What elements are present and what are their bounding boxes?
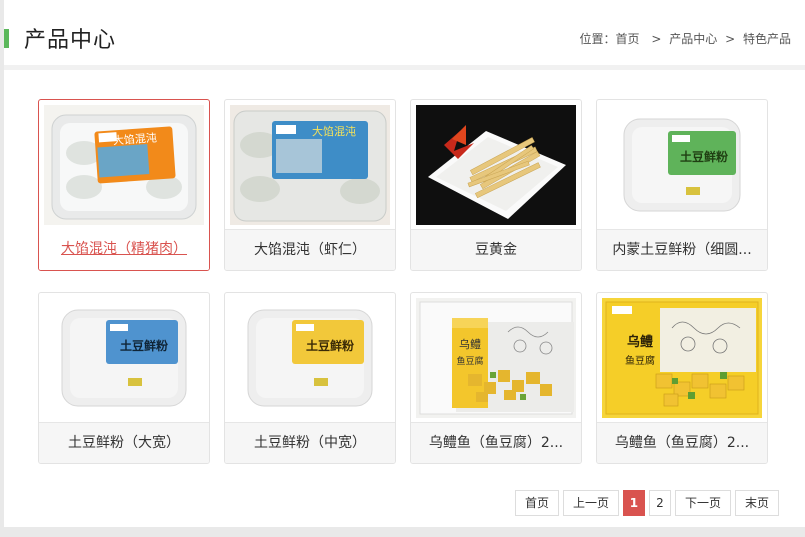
product-image-fish-tofu-b[interactable]: 乌鳢 鱼豆腐 bbox=[602, 298, 762, 418]
product-card[interactable]: 土豆鲜粉 内蒙土豆鲜粉（细圆... bbox=[596, 99, 768, 271]
title-accent-bar bbox=[4, 29, 9, 48]
product-name[interactable]: 乌鳢鱼（鱼豆腐）2... bbox=[411, 422, 581, 463]
product-image-tofu-skin[interactable] bbox=[416, 105, 576, 225]
package-label: 大馅混沌 bbox=[312, 124, 356, 138]
product-image-noodle-thin[interactable]: 土豆鲜粉 bbox=[602, 105, 762, 225]
package-label: 乌鳢 bbox=[627, 334, 653, 350]
product-image-wonton-pork[interactable]: 大馅混沌 bbox=[44, 105, 204, 225]
breadcrumb-separator: > bbox=[725, 32, 736, 46]
breadcrumb-home[interactable]: 首页 bbox=[616, 32, 640, 46]
package-label: 土豆鲜粉 bbox=[306, 338, 354, 353]
pagination: 首页 上一页 1 2 下一页 末页 bbox=[514, 490, 779, 516]
last-page-button[interactable]: 末页 bbox=[734, 490, 779, 516]
product-image-noodle-medium[interactable]: 土豆鲜粉 bbox=[230, 298, 390, 418]
first-page-button[interactable]: 首页 bbox=[514, 490, 559, 516]
product-card[interactable]: 土豆鲜粉 土豆鲜粉（中宽） bbox=[224, 292, 396, 464]
product-name[interactable]: 大馅混沌（虾仁） bbox=[225, 229, 395, 270]
product-name[interactable]: 土豆鲜粉（中宽） bbox=[225, 422, 395, 463]
page-button-1[interactable]: 1 bbox=[622, 490, 645, 516]
product-card[interactable]: 土豆鲜粉 土豆鲜粉（大宽） bbox=[38, 292, 210, 464]
breadcrumb-product-center[interactable]: 产品中心 bbox=[669, 32, 717, 46]
package-label: 土豆鲜粉 bbox=[680, 149, 728, 164]
product-image-noodle-wide[interactable]: 土豆鲜粉 bbox=[44, 298, 204, 418]
product-card[interactable]: 豆黄金 bbox=[410, 99, 582, 271]
package-label: 鱼豆腐 bbox=[456, 355, 483, 367]
package-label: 鱼豆腐 bbox=[625, 354, 655, 367]
product-name[interactable]: 内蒙土豆鲜粉（细圆... bbox=[597, 229, 767, 270]
product-card[interactable]: 大馅混沌 大馅混沌（精猪肉） bbox=[38, 99, 210, 271]
page-button-2[interactable]: 2 bbox=[648, 490, 671, 516]
product-name[interactable]: 大馅混沌（精猪肉） bbox=[39, 229, 209, 270]
prev-page-button[interactable]: 上一页 bbox=[562, 490, 619, 516]
package-label: 土豆鲜粉 bbox=[120, 338, 168, 353]
breadcrumb-separator: > bbox=[651, 32, 662, 46]
product-image-wonton-shrimp[interactable]: 大馅混沌 bbox=[230, 105, 390, 225]
product-card[interactable]: 大馅混沌 大馅混沌（虾仁） bbox=[224, 99, 396, 271]
product-card[interactable]: 乌鳢 鱼豆腐 乌鳢鱼（鱼豆腐）2... bbox=[596, 292, 768, 464]
product-name[interactable]: 乌鳢鱼（鱼豆腐）2... bbox=[597, 422, 767, 463]
package-label: 乌鳢 bbox=[459, 337, 481, 351]
breadcrumb: 位置：首页 > 产品中心 > 特色产品 bbox=[580, 30, 796, 47]
product-name[interactable]: 土豆鲜粉（大宽） bbox=[39, 422, 209, 463]
section-header: 产品中心 位置：首页 > 产品中心 > 特色产品 bbox=[4, 0, 805, 70]
product-card[interactable]: 乌鳢 鱼豆腐 乌鳢鱼（鱼豆腐）2... bbox=[410, 292, 582, 464]
product-name[interactable]: 豆黄金 bbox=[411, 229, 581, 270]
breadcrumb-featured[interactable]: 特色产品 bbox=[743, 32, 791, 46]
breadcrumb-prefix: 位置： bbox=[579, 32, 616, 46]
product-image-fish-tofu-a[interactable]: 乌鳢 鱼豆腐 bbox=[416, 298, 576, 418]
page-title: 产品中心 bbox=[24, 28, 117, 53]
next-page-button[interactable]: 下一页 bbox=[674, 490, 731, 516]
